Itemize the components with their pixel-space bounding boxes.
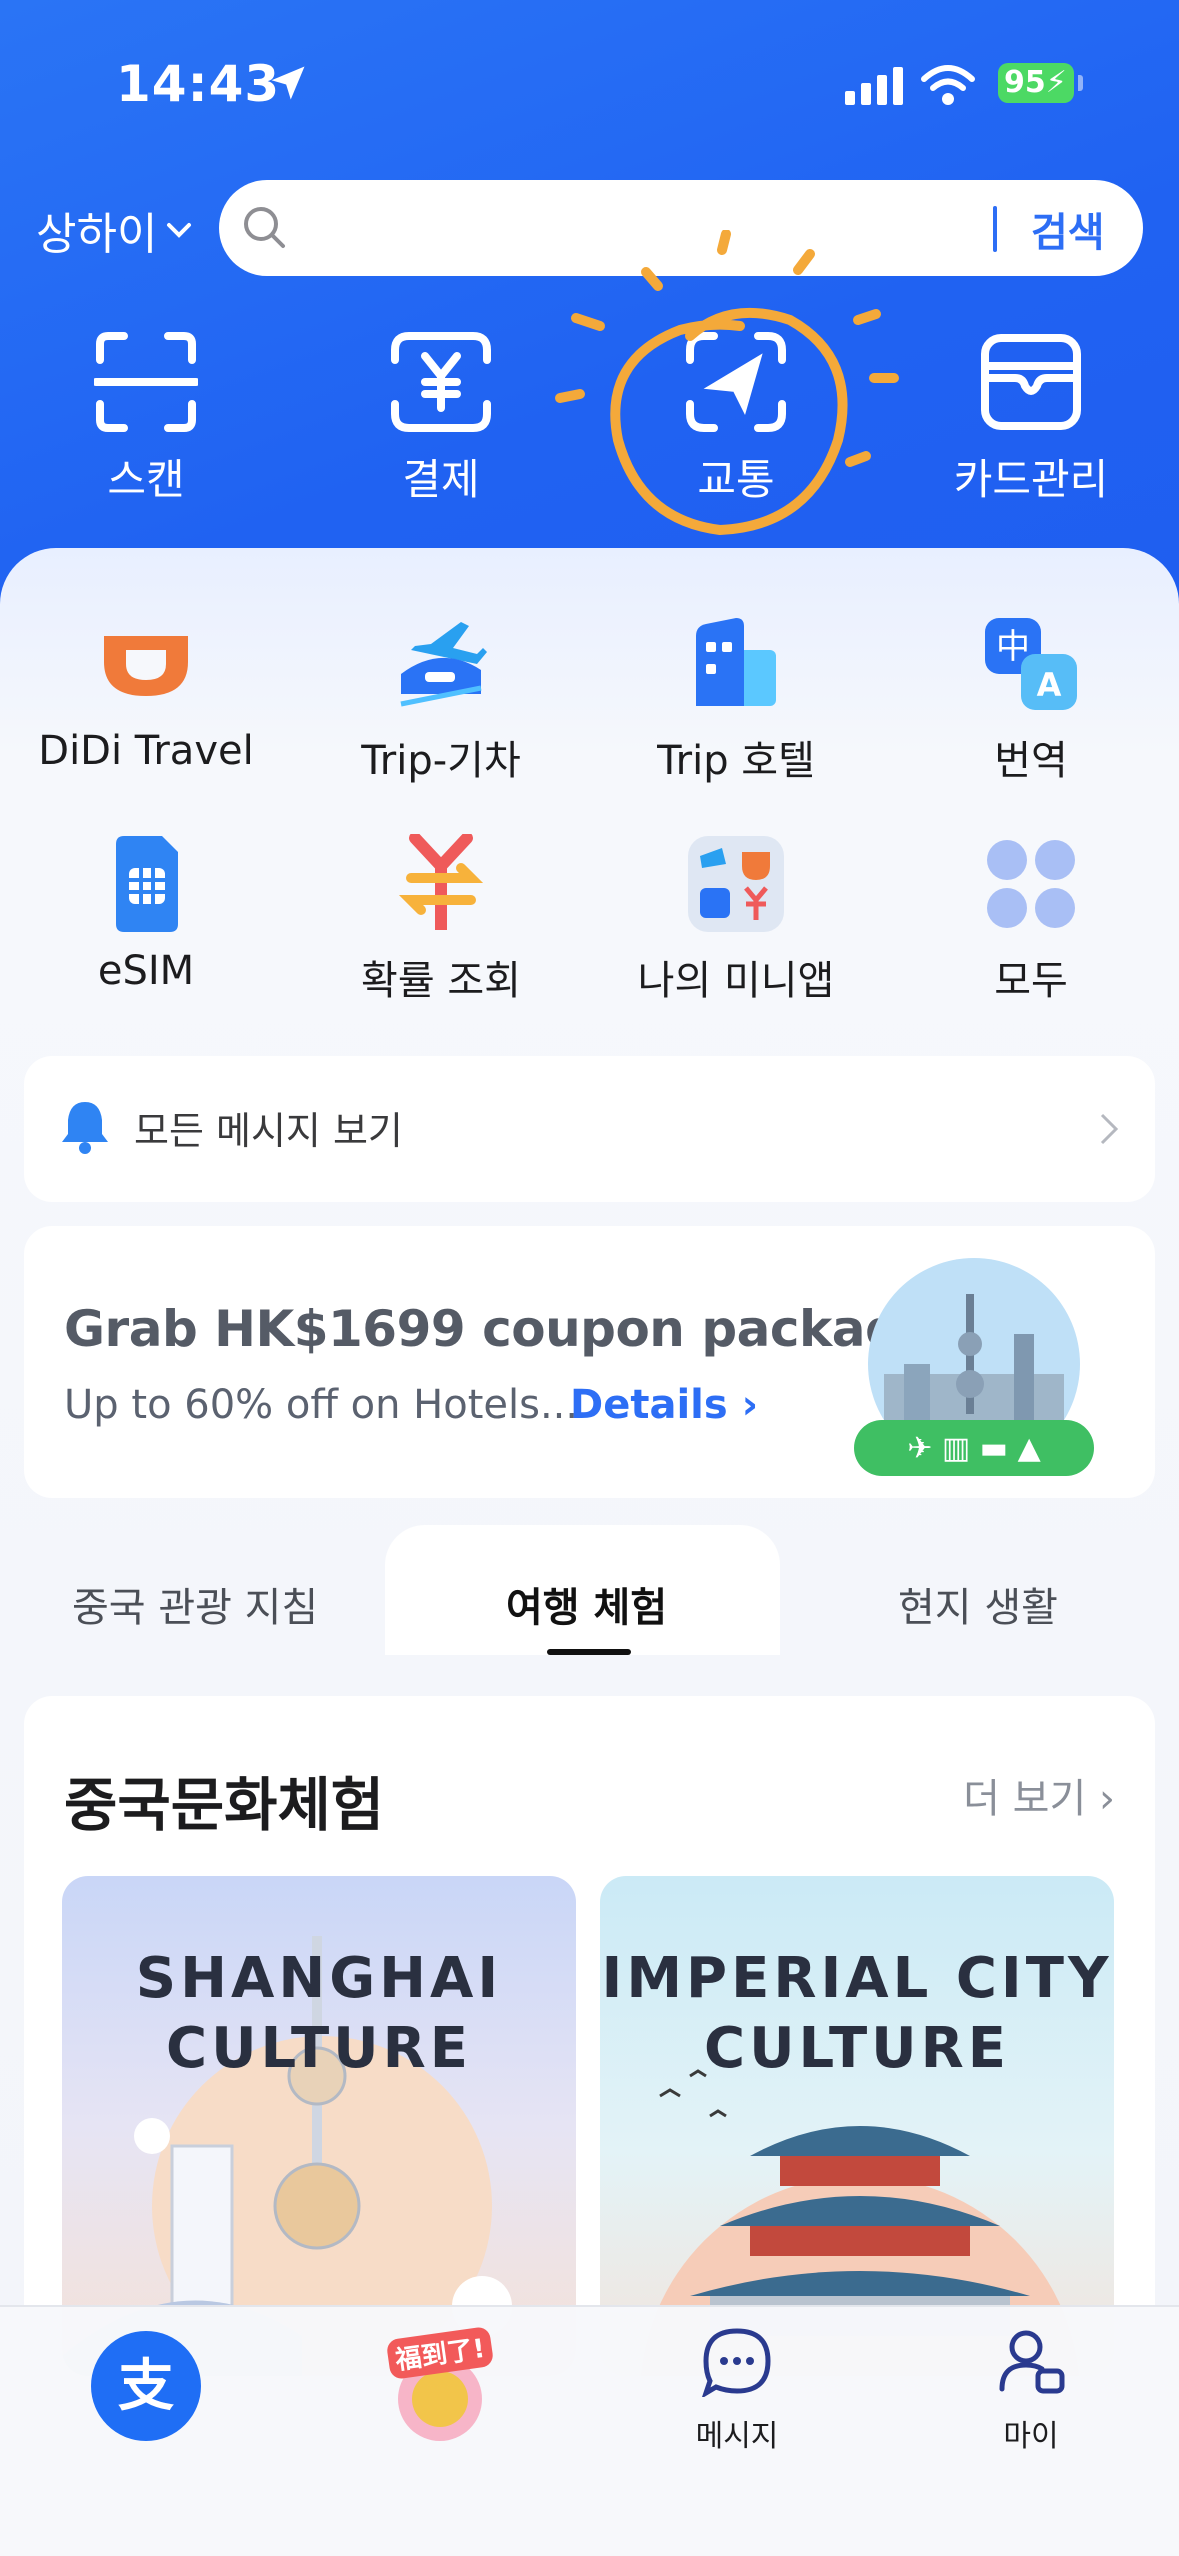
main-panel: DiDi Travel Trip-기차 Trip 호텔 中A 번역 eSIM 확… <box>0 548 1179 2396</box>
app-label: Trip 호텔 <box>657 738 815 784</box>
didi-icon <box>96 614 196 714</box>
culture-tile-shanghai[interactable]: SHANGHAI CULTURE <box>62 1876 576 2376</box>
app-exchange-rate[interactable]: 확률 조회 <box>311 832 571 1006</box>
scan-label: 스캔 <box>107 455 185 504</box>
app-trip-hotel[interactable]: Trip 호텔 <box>606 614 866 786</box>
location-arrow-icon <box>266 61 310 109</box>
promo-title: Grab HK$1699 coupon package <box>64 1300 934 1358</box>
battery-level: 95 <box>1004 65 1046 100</box>
tab-local-life[interactable]: 현지 생활 <box>898 1575 1058 1633</box>
city-selector[interactable]: 상하이 <box>36 198 193 262</box>
search-button[interactable]: 검색 <box>1031 200 1105 258</box>
alipay-home-icon: 支 <box>91 2331 201 2441</box>
cellular-signal-icon <box>845 67 907 111</box>
see-more-label: 더 보기 <box>963 1776 1087 1822</box>
details-label: Details <box>570 1382 728 1428</box>
svg-text:A: A <box>1037 666 1062 704</box>
app-label: 번역 <box>994 738 1068 784</box>
header: 14:43 95⚡ 상하이 검색 스캔 결제 교통 카드관리 <box>0 0 1179 620</box>
mini-apps-icon <box>686 834 786 934</box>
tab-china-guide[interactable]: 중국 관광 지침 <box>72 1575 318 1633</box>
culture-tile-imperial-city[interactable]: IMPERIAL CITY CULTURE <box>600 1876 1114 2376</box>
active-tab-indicator <box>547 1649 631 1655</box>
chevron-right-icon <box>1099 1112 1119 1150</box>
app-label: DiDi Travel <box>38 728 254 774</box>
search-divider <box>993 206 997 252</box>
exchange-rate-icon <box>391 832 491 934</box>
esim-icon <box>96 834 196 934</box>
nav-messages-label: 메시지 <box>695 2419 779 2454</box>
app-all[interactable]: 모두 <box>901 834 1161 1006</box>
train-icon <box>391 614 491 714</box>
chat-bubble-icon <box>701 2328 771 2399</box>
shanghai-skyline-image: ✈ ▥ ▬ ▲ <box>854 1254 1094 1494</box>
app-label: Trip-기차 <box>361 738 521 784</box>
app-label: 모두 <box>994 958 1068 1004</box>
city-label: 상하이 <box>36 209 158 260</box>
status-bar: 14:43 95⚡ <box>0 55 1179 115</box>
tab-travel-experience[interactable]: 여행 체험 <box>506 1575 667 1633</box>
app-label: 나의 미니앱 <box>637 958 835 1004</box>
nav-my[interactable]: 마이 <box>931 2327 1131 2455</box>
promo-banner[interactable]: Grab HK$1699 coupon package Up to 60% of… <box>24 1226 1155 1498</box>
tab-bar: 중국 관광 지침 여행 체험 현지 생활 <box>0 1525 1179 1655</box>
tile-title-line1: IMPERIAL CITY <box>601 1946 1113 2011</box>
bottom-nav: 支 福到了! 메시지 마이 <box>0 2305 1179 2556</box>
nav-messages[interactable]: 메시지 <box>637 2327 837 2455</box>
app-translate[interactable]: 中A 번역 <box>901 614 1161 786</box>
profile-icon <box>999 2330 1065 2394</box>
app-my-mini-apps[interactable]: 나의 미니앱 <box>606 834 866 1006</box>
tile-title-line2: CULTURE <box>703 2016 1011 2081</box>
chevron-down-icon <box>167 223 192 238</box>
all-apps-icon <box>981 834 1081 934</box>
payment-button[interactable]: 결제 <box>341 330 541 507</box>
tile-title-line1: SHANGHAI <box>135 1946 503 2011</box>
clock: 14:43 <box>116 55 281 113</box>
card-management-button[interactable]: 카드관리 <box>931 330 1131 507</box>
scan-button[interactable]: 스캔 <box>46 330 246 507</box>
nav-fortune[interactable]: 福到了! <box>340 2315 540 2459</box>
scan-icon <box>94 332 198 432</box>
app-didi-travel[interactable]: DiDi Travel <box>16 614 276 774</box>
card-management-label: 카드관리 <box>953 455 1109 504</box>
section-title: 중국문화체험 <box>64 1771 385 1839</box>
hotel-icon <box>686 614 786 714</box>
promo-details-link[interactable]: Details › <box>570 1382 758 1428</box>
nav-my-label: 마이 <box>1003 2419 1059 2454</box>
svg-text:✈ ▥ ▬ ▲: ✈ ▥ ▬ ▲ <box>907 1431 1041 1466</box>
bell-icon <box>60 1098 110 1158</box>
translate-icon: 中A <box>981 614 1081 714</box>
search-icon <box>241 204 289 256</box>
tile-title-line2: CULTURE <box>165 2016 473 2081</box>
promo-subtitle: Up to 60% off on Hotels... <box>64 1382 579 1428</box>
wifi-icon <box>920 63 976 111</box>
culture-section: 중국문화체험 더 보기 › SHANGHAI CULTURE IMPERIAL … <box>24 1696 1155 2396</box>
home-glyph: 支 <box>118 2354 174 2419</box>
battery-icon: 95⚡ <box>998 63 1074 103</box>
all-messages-label: 모든 메시지 보기 <box>134 1109 403 1153</box>
fortune-badge-icon: 福到了! <box>387 2327 493 2441</box>
app-label: eSIM <box>97 948 195 994</box>
yen-payment-icon <box>391 332 491 432</box>
card-wallet-icon <box>981 334 1081 430</box>
nav-home[interactable]: 支 <box>46 2329 246 2447</box>
app-label: 확률 조회 <box>361 958 521 1004</box>
see-more-link[interactable]: 더 보기 › <box>963 1766 1115 1824</box>
app-trip-train[interactable]: Trip-기차 <box>311 614 571 786</box>
app-esim[interactable]: eSIM <box>16 834 276 994</box>
highlight-scribble-icon <box>555 230 899 536</box>
all-messages-row[interactable]: 모든 메시지 보기 <box>24 1056 1155 1202</box>
payment-label: 결제 <box>402 455 480 504</box>
battery-tip <box>1078 75 1083 91</box>
